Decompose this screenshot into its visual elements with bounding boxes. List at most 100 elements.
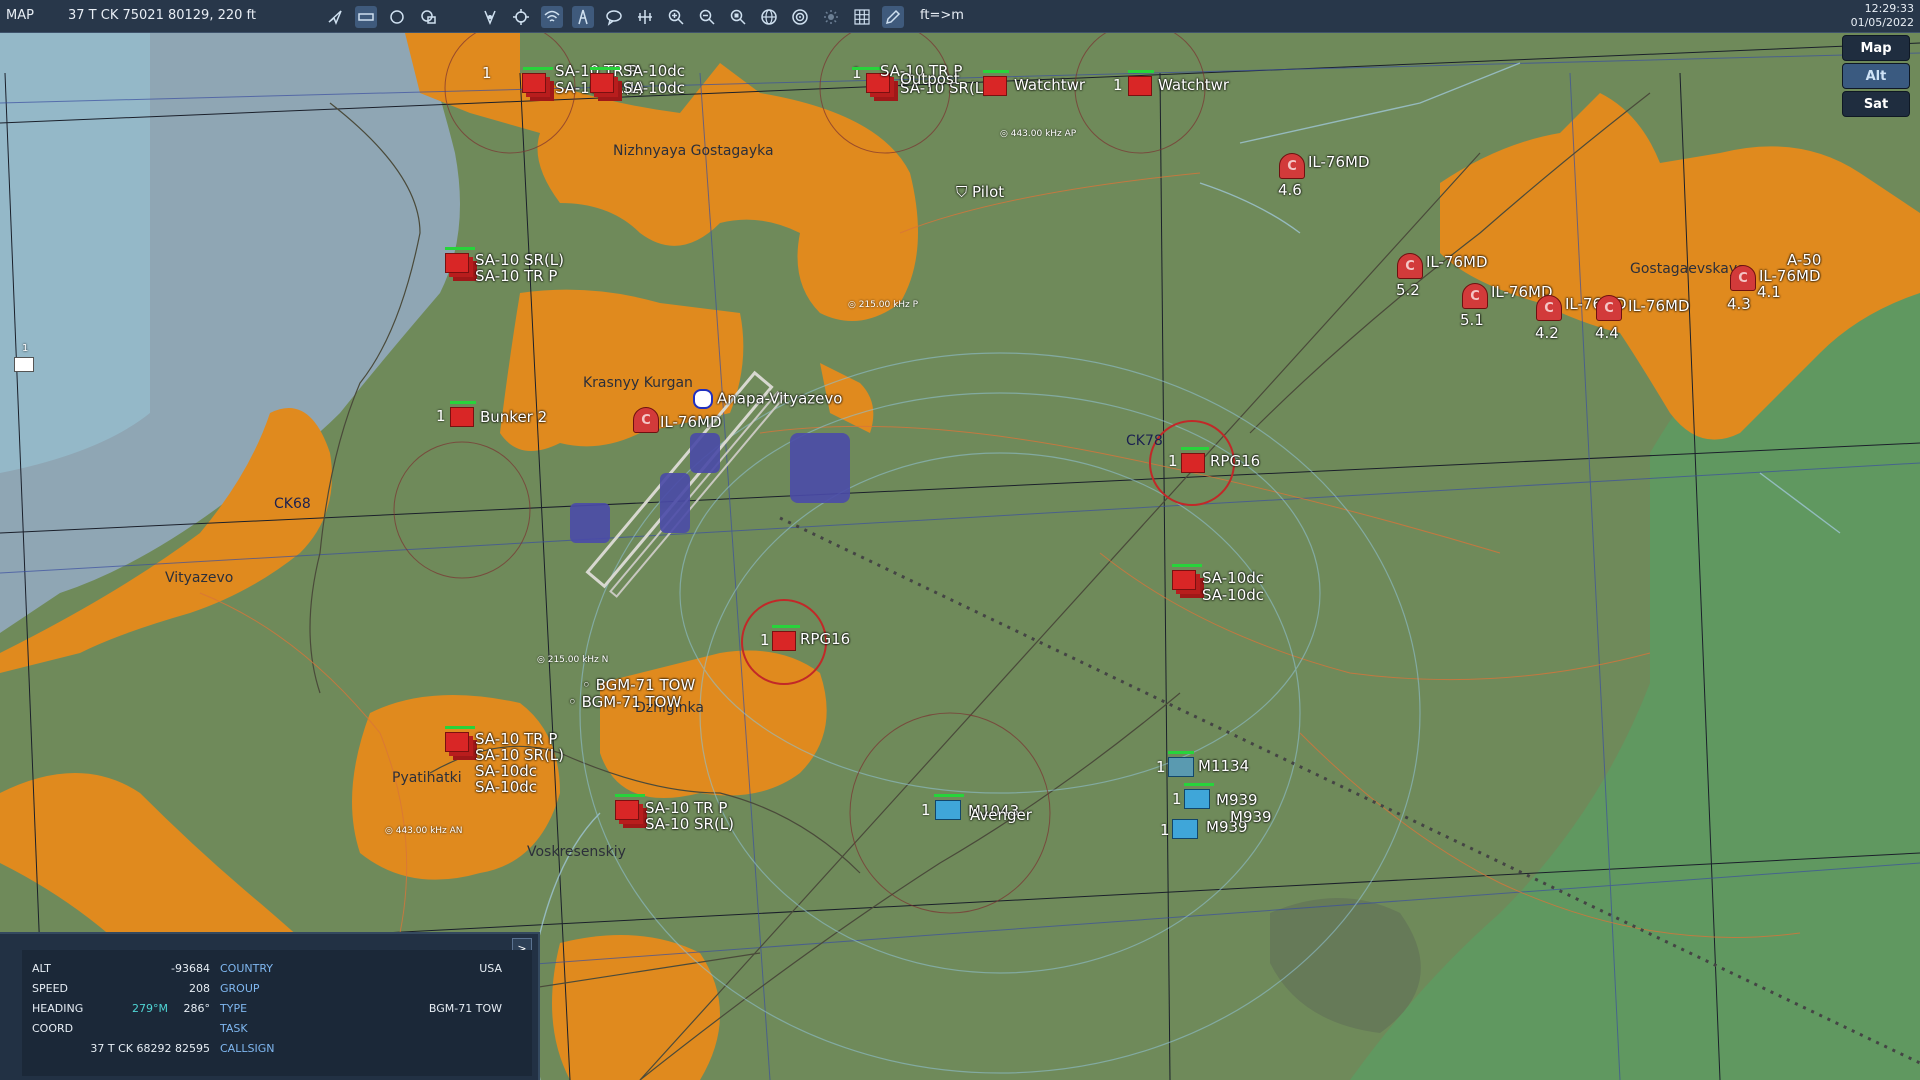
- red-infantry-unit[interactable]: [1181, 453, 1205, 473]
- unit-label[interactable]: SA-10dc: [623, 79, 685, 97]
- aircraft-icon[interactable]: C: [1730, 265, 1756, 291]
- map-canvas[interactable]: CK68 CK78 Nizhnyaya Gostagayka Krasnyy K…: [0, 33, 1920, 1080]
- info-panel-content: ALT -93684 SPEED 208 HEADING 279°M 286° …: [22, 950, 532, 1076]
- unit-label[interactable]: SA-10dc: [1202, 586, 1264, 604]
- health-bar: [852, 67, 882, 70]
- aircraft-group-id: 5.2: [1396, 281, 1420, 299]
- unit-label[interactable]: RPG16: [800, 630, 850, 648]
- town-vityazevo: Vityazevo: [165, 570, 234, 586]
- aircraft-icon[interactable]: C: [1596, 295, 1622, 321]
- unit-info-panel: > ALT -93684 SPEED 208 HEADING 279°M 286…: [0, 932, 540, 1080]
- bunker-label[interactable]: Bunker 2: [480, 408, 547, 426]
- pencil-icon[interactable]: [882, 6, 904, 28]
- ndb-beacon[interactable]: ◎ 215.00 kHz N: [537, 655, 608, 665]
- ndb-beacon[interactable]: ◎ 443.00 kHz AP: [1000, 129, 1076, 139]
- unit-label[interactable]: SA-10dc: [1202, 569, 1264, 587]
- health-bar: [772, 625, 800, 628]
- target-icon[interactable]: [510, 6, 532, 28]
- zoom-in-icon[interactable]: [665, 6, 687, 28]
- red-sam-unit[interactable]: [522, 73, 546, 93]
- ndb-beacon[interactable]: ◎ 215.00 kHz P: [848, 300, 918, 310]
- red-structure-unit[interactable]: [983, 76, 1007, 96]
- aircraft-icon[interactable]: C: [1279, 153, 1305, 179]
- red-structure-unit[interactable]: [450, 407, 474, 427]
- aircraft-label[interactable]: IL-76MD: [1628, 297, 1690, 315]
- red-sam-unit[interactable]: [615, 800, 639, 820]
- waypoint-icon[interactable]: [479, 6, 501, 28]
- unit-label[interactable]: M1134: [1198, 757, 1249, 775]
- missile-icon: ◦: [568, 693, 582, 711]
- map-type-map-button[interactable]: Map: [1842, 35, 1910, 61]
- blue-ground-unit[interactable]: [1168, 757, 1194, 777]
- red-sam-unit[interactable]: [590, 73, 614, 93]
- tower-icon[interactable]: [572, 6, 594, 28]
- coord-value: 37 T CK 68292 82595: [90, 1042, 210, 1055]
- unit-count: 1: [436, 407, 446, 425]
- unit-label[interactable]: RPG16: [1210, 452, 1260, 470]
- town-nizhnyaya-gostagayka: Nizhnyaya Gostagayka: [613, 143, 774, 159]
- split-icon[interactable]: [634, 6, 656, 28]
- red-structure-unit[interactable]: [1128, 76, 1152, 96]
- ndb-beacon[interactable]: ◎ 443.00 kHz AN: [385, 826, 463, 836]
- outpost-label[interactable]: Outpost: [900, 70, 960, 88]
- blue-ground-unit[interactable]: [1184, 789, 1210, 809]
- sun-icon[interactable]: [820, 6, 842, 28]
- aircraft-icon[interactable]: C: [1536, 295, 1562, 321]
- grid-icon[interactable]: [851, 6, 873, 28]
- red-sam-unit[interactable]: [445, 732, 469, 752]
- aircraft-label[interactable]: IL-76MD: [660, 413, 722, 431]
- unit-label[interactable]: SA-10 SR(L): [645, 815, 734, 833]
- aircraft-label[interactable]: IL-76MD: [1308, 153, 1370, 171]
- aircraft-label[interactable]: A-50: [1787, 251, 1821, 269]
- red-sam-unit[interactable]: [1172, 570, 1196, 590]
- heading-true: 286°: [183, 1002, 211, 1015]
- globe-icon[interactable]: [758, 6, 780, 28]
- aircraft-icon[interactable]: C: [1462, 283, 1488, 309]
- pilot-marker[interactable]: ⛉ Pilot: [956, 183, 1004, 201]
- unit-label[interactable]: SA-10 TR P: [475, 267, 557, 285]
- aircraft-group-id: 4.4: [1595, 324, 1619, 342]
- town-voskresenskiy: Voskresenskiy: [527, 844, 626, 860]
- missile-label[interactable]: ◦ BGM-71 TOW: [568, 693, 681, 711]
- blue-ground-unit[interactable]: [935, 800, 961, 820]
- wifi-icon[interactable]: [541, 6, 563, 28]
- country-value: USA: [479, 962, 502, 975]
- heading-label: HEADING: [32, 1002, 84, 1015]
- watchtower-label[interactable]: Watchtwr: [1014, 76, 1085, 94]
- zoom-out-icon[interactable]: [696, 6, 718, 28]
- chat-icon[interactable]: [603, 6, 625, 28]
- layers-icon[interactable]: [417, 6, 439, 28]
- route-icon[interactable]: [324, 6, 346, 28]
- grid-label-ck68: CK68: [274, 496, 311, 512]
- unit-label[interactable]: M939: [1216, 791, 1258, 809]
- unit-label[interactable]: SA-10dc: [623, 62, 685, 80]
- watchtower-label[interactable]: Watchtwr: [1158, 76, 1229, 94]
- aircraft-label[interactable]: IL-76MD: [1426, 253, 1488, 271]
- missile-label[interactable]: ◦ BGM-71 TOW: [582, 676, 695, 694]
- aircraft-icon[interactable]: C: [633, 407, 659, 433]
- map-type-alt-button[interactable]: Alt: [1842, 63, 1910, 89]
- unit-label[interactable]: Avenger: [970, 806, 1032, 824]
- health-bar: [934, 794, 964, 797]
- map-type-sat-button[interactable]: Sat: [1842, 91, 1910, 117]
- mail-icon[interactable]: [14, 357, 34, 372]
- zoom-fit-icon[interactable]: [727, 6, 749, 28]
- health-bar: [615, 794, 645, 797]
- circle-icon[interactable]: [386, 6, 408, 28]
- red-infantry-unit[interactable]: [772, 631, 796, 651]
- blue-ground-unit[interactable]: [1172, 819, 1198, 839]
- type-value: BGM-71 TOW: [428, 1002, 502, 1015]
- red-sam-unit[interactable]: [445, 253, 469, 273]
- town-pyatihatki: Pyatihatki: [392, 770, 462, 786]
- health-bar: [1128, 70, 1154, 73]
- unit-label[interactable]: M939: [1230, 808, 1272, 826]
- aircraft-icon[interactable]: C: [1397, 253, 1423, 279]
- units-toggle[interactable]: ft=>m: [920, 8, 964, 23]
- unit-label[interactable]: SA-10dc: [475, 778, 537, 796]
- ruler-icon[interactable]: [355, 6, 377, 28]
- airfield-anapa[interactable]: Anapa-Vityazevo: [693, 389, 842, 409]
- radar-icon[interactable]: [789, 6, 811, 28]
- mail-count: 1: [22, 343, 29, 354]
- health-bar: [590, 67, 620, 70]
- health-bar: [983, 70, 1009, 73]
